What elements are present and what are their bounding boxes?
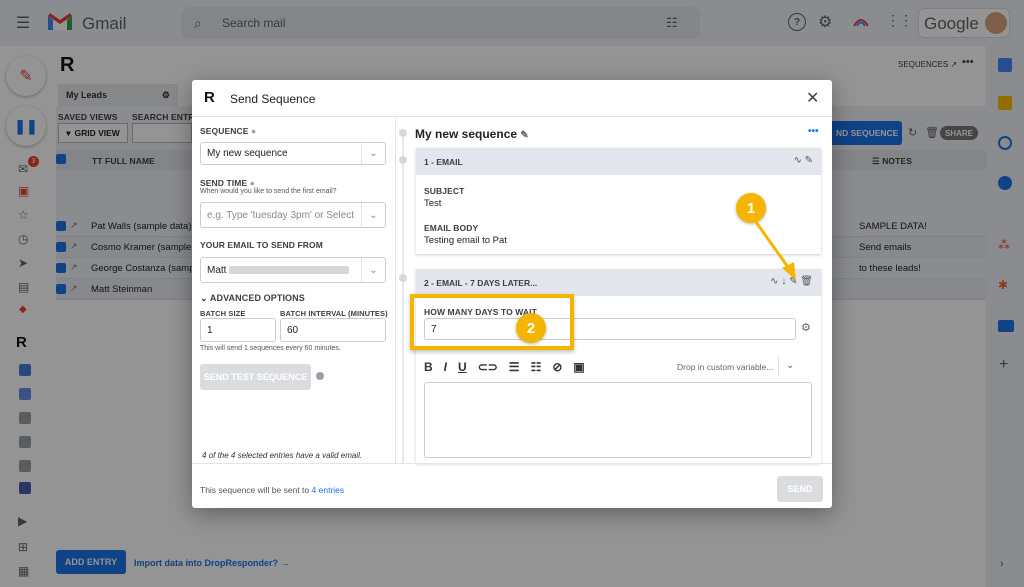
email-card-1-header: 1 - EMAIL (416, 148, 821, 175)
info-icon: ● (249, 178, 255, 188)
annotation-badge-2: 2 (516, 313, 546, 343)
divider (192, 463, 832, 464)
footer-text-label: This sequence will be sent to (200, 485, 310, 495)
divider (192, 116, 832, 117)
email-1-title: 1 - EMAIL (424, 156, 463, 167)
email-body-editor[interactable] (424, 382, 812, 458)
send-time-input[interactable]: e.g. Type 'tuesday 3pm' or Select ⌄ (200, 202, 386, 228)
send-time-label-text: SEND TIME (200, 178, 248, 188)
modal-title: Send Sequence (230, 92, 316, 106)
subject-value: Test (424, 198, 442, 209)
info-icon: ● (250, 126, 257, 136)
timeline-dot (399, 129, 407, 137)
more-options-icon[interactable]: ••• (808, 126, 819, 137)
footer-text: This sequence will be sent to 4 entries (200, 485, 344, 495)
italic-icon[interactable]: I (444, 360, 447, 374)
send-test-button[interactable]: SEND TEST SEQUENCE (200, 364, 311, 390)
custom-variable-select[interactable]: Drop in custom variable... (677, 362, 773, 372)
numbered-list-icon[interactable]: ☷ (531, 360, 542, 374)
send-sequence-modal: R Send Sequence ✕ SEQUENCE ● My new sequ… (192, 80, 832, 508)
link-icon[interactable]: ⊂⊃ (478, 360, 498, 374)
email-select[interactable]: Matt ⌄ (200, 257, 386, 283)
divider (778, 357, 779, 375)
sequence-label: SEQUENCE ● (200, 126, 256, 136)
trash-icon[interactable]: 🗑 (800, 276, 813, 287)
stats-icon[interactable]: ∿ ✎ (793, 155, 813, 166)
send-time-hint: When would you like to send the first em… (200, 188, 337, 195)
bullet-list-icon[interactable]: ☰ (509, 360, 520, 374)
sequence-label-text: SEQUENCE (200, 126, 249, 136)
bold-icon[interactable]: B (424, 360, 433, 374)
body-label: EMAIL BODY (424, 223, 479, 233)
batch-size-label: BATCH SIZE (200, 309, 246, 318)
advanced-options-label: ADVANCED OPTIONS (209, 293, 305, 303)
info-icon (316, 372, 324, 380)
column-divider (395, 117, 396, 463)
sequence-name: My new sequence ✎ (415, 127, 529, 141)
timeline-dot (399, 274, 407, 282)
email-redacted (229, 266, 350, 274)
email-select-value: Matt (207, 264, 227, 276)
entries-link[interactable]: 4 entries (312, 485, 345, 495)
dropresponder-logo: R (204, 89, 215, 106)
timeline-line (402, 137, 404, 463)
gear-icon[interactable]: ⚙ (801, 321, 811, 334)
batch-interval-input[interactable]: 60 (280, 318, 386, 342)
annotation-highlight-box (410, 294, 574, 350)
chevron-down-icon: ⌄ (361, 143, 385, 164)
editor-toolbar: B I U ⊂⊃ ☰ ☷ ⊘ ▣ (424, 360, 585, 374)
send-button[interactable]: SEND (777, 476, 823, 502)
send-time-placeholder: e.g. Type 'tuesday 3pm' or Select (207, 209, 355, 221)
batch-note: This will send 1 sequences every 60 minu… (200, 345, 341, 352)
send-time-label: SEND TIME ● (200, 178, 255, 188)
batch-size-input[interactable]: 1 (200, 318, 276, 342)
edit-icon[interactable]: ✎ (520, 130, 528, 141)
annotation-arrow-icon (754, 221, 796, 280)
close-icon[interactable]: ✕ (806, 88, 819, 108)
valid-email-note: 4 of the 4 selected entries have a valid… (202, 451, 363, 460)
image-icon[interactable]: ▣ (573, 360, 584, 374)
batch-interval-label: BATCH INTERVAL (MINUTES) (280, 309, 388, 318)
subject-label: SUBJECT (424, 186, 465, 196)
chevron-down-icon: ⌄ (361, 203, 385, 227)
sequence-select[interactable]: My new sequence ⌄ (200, 142, 386, 165)
chevron-down-icon: ⌄ (361, 258, 385, 282)
email-2-title: 2 - EMAIL - 7 DAYS LATER... (424, 277, 538, 288)
sequence-select-value: My new sequence (207, 148, 288, 159)
advanced-options-toggle[interactable]: ⌄ ADVANCED OPTIONS (200, 293, 305, 304)
sequence-name-text: My new sequence (415, 127, 518, 141)
attachment-icon[interactable]: ⊘ (552, 360, 562, 374)
your-email-label: YOUR EMAIL TO SEND FROM (200, 240, 323, 250)
body-value: Testing email to Pat (424, 235, 507, 246)
timeline-dot (399, 156, 407, 164)
underline-icon[interactable]: U (458, 360, 467, 374)
chevron-down-icon[interactable]: ⌄ (786, 360, 794, 371)
